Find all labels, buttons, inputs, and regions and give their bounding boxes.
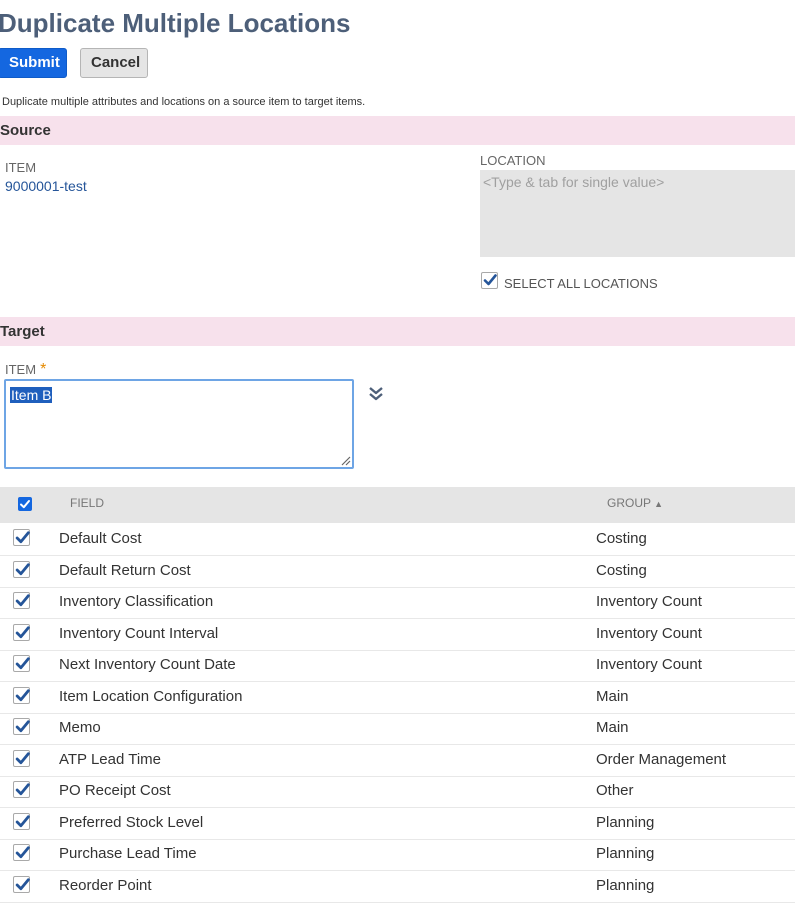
column-header-group-label: GROUP: [607, 496, 651, 510]
target-item-input[interactable]: Item B: [4, 379, 354, 469]
expand-down-icon[interactable]: [368, 386, 384, 402]
column-header-group[interactable]: GROUP ▲: [607, 496, 663, 510]
field-name-cell: Default Return Cost: [59, 561, 191, 579]
checkmark-icon: [15, 877, 30, 890]
select-all-locations-label: SELECT ALL LOCATIONS: [504, 276, 658, 291]
field-name-cell: Preferred Stock Level: [59, 813, 204, 831]
table-row[interactable]: Default Return Cost Costing: [0, 556, 795, 588]
location-placeholder: <Type & tab for single value>: [483, 174, 665, 190]
source-item-label: ITEM: [5, 160, 37, 175]
row-checkbox[interactable]: [13, 844, 30, 861]
required-marker: *: [40, 361, 47, 378]
row-checkbox[interactable]: [13, 749, 30, 767]
cancel-button[interactable]: Cancel: [80, 48, 148, 78]
field-name-cell: Inventory Count Interval: [59, 624, 219, 642]
group-name-cell: Costing: [596, 561, 647, 579]
table-header: FIELD GROUP ▲: [0, 487, 795, 523]
select-all-fields-checkbox[interactable]: [18, 497, 32, 511]
checkmark-icon: [15, 814, 30, 827]
group-name-cell: Inventory Count: [596, 624, 702, 642]
field-name-cell: Next Inventory Count Date: [59, 656, 236, 673]
checkmark-icon: [15, 562, 30, 575]
table-row[interactable]: Purchase Lead Time Planning: [0, 839, 795, 871]
target-item-value: Item B: [10, 387, 53, 403]
table-row[interactable]: Default Cost Costing: [0, 524, 795, 556]
group-name-cell: Main: [596, 687, 629, 705]
checkmark-icon: [15, 594, 30, 607]
field-name-cell: Purchase Lead Time: [59, 845, 197, 862]
row-checkbox[interactable]: [13, 560, 30, 578]
table-row[interactable]: Preferred Stock Level Planning: [0, 808, 795, 840]
row-checkbox[interactable]: [13, 592, 30, 609]
group-name-cell: Planning: [596, 813, 655, 831]
row-checkbox[interactable]: [13, 686, 30, 704]
row-checkbox[interactable]: [13, 812, 30, 830]
checkmark-icon: [15, 846, 30, 859]
group-name-cell: Planning: [596, 876, 655, 894]
row-checkbox[interactable]: [13, 655, 30, 672]
group-name-cell: Inventory Count: [596, 656, 702, 673]
table-row[interactable]: Reorder Point Planning: [0, 871, 795, 903]
row-checkbox[interactable]: [13, 623, 30, 641]
source-location-input[interactable]: <Type & tab for single value>: [480, 170, 795, 257]
checkmark-icon: [15, 720, 30, 733]
page-title: Duplicate Multiple Locations: [0, 8, 351, 38]
select-all-locations-checkbox[interactable]: [481, 272, 498, 289]
submit-button[interactable]: Submit: [0, 48, 67, 78]
source-item-link[interactable]: 9000001-test: [5, 178, 87, 194]
group-name-cell: Other: [596, 782, 634, 799]
resize-grip-icon[interactable]: [341, 456, 351, 466]
source-location-label: LOCATION: [480, 153, 546, 168]
target-item-label-text: ITEM: [5, 362, 37, 377]
column-header-field[interactable]: FIELD: [70, 496, 104, 510]
checkmark-icon: [15, 783, 30, 796]
source-section-header: Source: [0, 116, 795, 145]
table-row[interactable]: PO Receipt Cost Other: [0, 776, 795, 808]
table-row[interactable]: Inventory Classification Inventory Count: [0, 587, 795, 619]
field-name-cell: Item Location Configuration: [59, 687, 243, 705]
group-name-cell: Costing: [596, 530, 647, 547]
field-name-cell: Reorder Point: [59, 876, 152, 894]
field-name-cell: Default Cost: [59, 530, 142, 547]
field-name-cell: PO Receipt Cost: [59, 782, 171, 799]
group-name-cell: Planning: [596, 845, 655, 862]
row-checkbox[interactable]: [13, 875, 30, 893]
row-checkbox[interactable]: [13, 781, 30, 798]
sort-ascending-icon: ▲: [654, 499, 664, 509]
group-name-cell: Inventory Count: [596, 593, 702, 610]
table-row[interactable]: Memo Main: [0, 713, 795, 745]
checkmark-icon: [15, 688, 30, 701]
checkmark-icon: [483, 274, 497, 286]
group-name-cell: Main: [596, 719, 629, 736]
row-checkbox[interactable]: [13, 718, 30, 735]
checkmark-icon: [15, 531, 30, 544]
field-name-cell: Memo: [59, 719, 101, 736]
group-name-cell: Order Management: [596, 750, 727, 768]
checkmark-icon: [20, 500, 30, 509]
target-item-label: ITEM *: [5, 361, 46, 379]
checkmark-icon: [15, 751, 30, 764]
field-name-cell: Inventory Classification: [59, 593, 214, 610]
row-checkbox[interactable]: [13, 529, 30, 546]
checkmark-icon: [15, 625, 30, 638]
checkmark-icon: [15, 657, 30, 670]
table-row[interactable]: Next Inventory Count Date Inventory Count: [0, 650, 795, 682]
target-section-header: Target: [0, 317, 795, 346]
intro-text: Duplicate multiple attributes and locati…: [2, 96, 366, 108]
field-name-cell: ATP Lead Time: [59, 750, 161, 768]
table-row[interactable]: Inventory Count Interval Inventory Count: [0, 619, 795, 651]
table-row[interactable]: Item Location Configuration Main: [0, 682, 795, 714]
table-row[interactable]: ATP Lead Time Order Management: [0, 745, 795, 777]
